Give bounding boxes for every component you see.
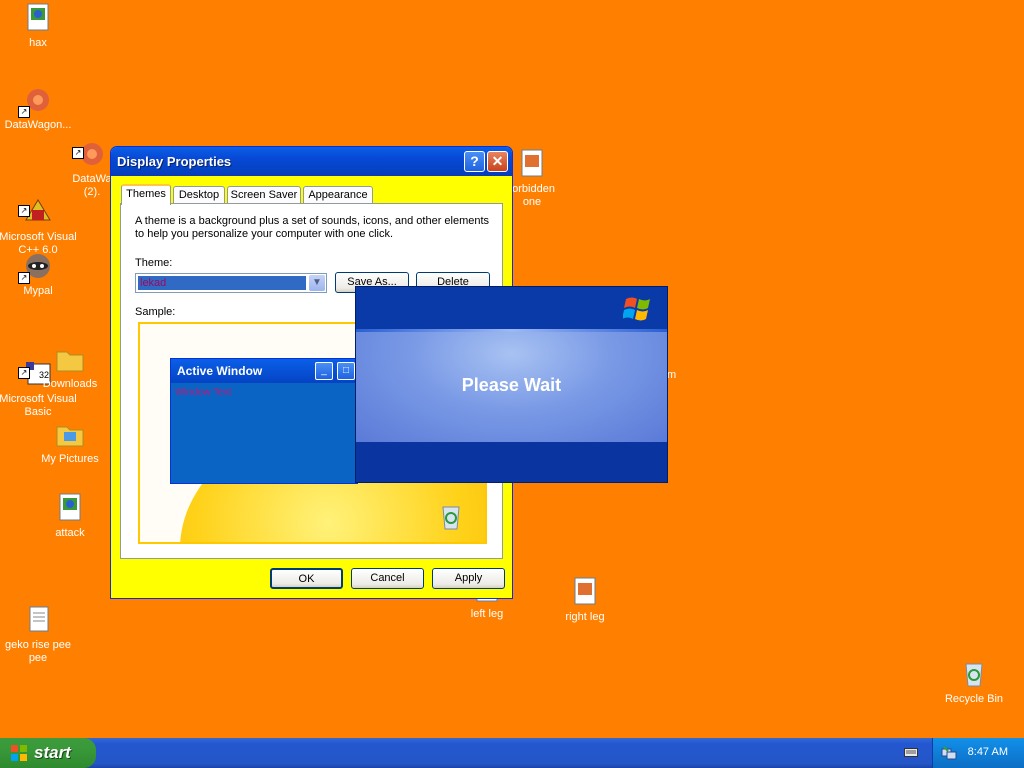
please-wait-message: Please Wait — [461, 375, 562, 395]
shortcut-arrow-icon: ↗ — [18, 106, 30, 118]
shortcut-arrow-icon: ↗ — [18, 205, 30, 217]
datawagon-icon: ↗ — [72, 125, 108, 165]
desktop-icon-downloads[interactable]: Downloads — [28, 343, 112, 391]
network-icon[interactable] — [941, 745, 957, 761]
please-wait-dialog: Please Wait — [355, 286, 668, 483]
please-wait-header — [356, 287, 667, 329]
desktop-icon-label: hax — [29, 37, 47, 49]
sample-label: Sample: — [135, 306, 176, 318]
desktop-icon-recycle-bin[interactable]: Recycle Bin — [932, 658, 1016, 706]
image-file-icon — [516, 135, 548, 177]
ok-button[interactable]: OK — [270, 568, 343, 589]
desktop-icon-label: Microsoft Visual Basic — [0, 393, 77, 418]
image-file-icon — [54, 492, 86, 524]
help-button[interactable]: ? — [464, 151, 485, 172]
desktop-icon-label: attack — [55, 527, 85, 539]
desktop-icon-label: Downloads — [42, 378, 98, 390]
maximize-icon: □ — [337, 362, 355, 380]
tab-screen-saver[interactable]: Screen Saver — [227, 186, 301, 203]
sample-window-text: Window Text — [175, 387, 232, 398]
desktop-icon-right-leg[interactable]: right leg — [543, 576, 627, 624]
theme-dropdown[interactable]: lekad ▼ — [135, 273, 327, 293]
cancel-button[interactable]: Cancel — [351, 568, 424, 589]
sample-window-title: Active Window — [177, 364, 263, 378]
theme-description: A theme is a background plus a set of so… — [135, 215, 490, 240]
shortcut-arrow-icon: ↗ — [18, 272, 30, 284]
chevron-down-icon[interactable]: ▼ — [309, 275, 325, 291]
shortcut-arrow-icon: ↗ — [72, 147, 84, 159]
desktop-icon-mypal[interactable]: ↗ Mypal — [0, 250, 80, 298]
recycle-bin-icon — [442, 506, 460, 530]
window-title: Display Properties — [117, 154, 232, 169]
sample-titlebar: Active Window _ □ — [171, 359, 357, 383]
minimize-icon: _ — [315, 362, 333, 380]
desktop-icon-hax[interactable]: hax — [0, 2, 80, 50]
keyboard-icon[interactable] — [904, 746, 918, 758]
please-wait-footer — [356, 442, 667, 482]
windows-logo-icon — [11, 745, 27, 761]
image-file-icon — [22, 2, 54, 34]
desktop-icon-label: right leg — [565, 611, 605, 623]
visual-cpp-icon: ↗ — [18, 183, 54, 221]
sample-active-window: Active Window _ □ Window Text — [170, 358, 358, 484]
text-file-icon — [22, 591, 54, 632]
theme-label: Theme: — [135, 257, 173, 269]
desktop-icon-label: Mypal — [23, 285, 53, 297]
system-tray: 8:47 AM — [932, 738, 1024, 768]
desktop-icon-label: left leg — [470, 608, 504, 620]
desktop-icon-label: geko rise pee pee — [4, 639, 72, 664]
recycle-bin-icon — [958, 658, 990, 690]
desktop-icon-label: Recycle Bin — [944, 693, 1004, 705]
start-label: start — [34, 743, 71, 762]
my-pictures-folder-icon — [54, 418, 86, 450]
desktop-icon-attack[interactable]: attack — [28, 492, 112, 540]
window-titlebar[interactable]: Display Properties ? ✕ — [111, 147, 512, 176]
desktop-icon-label: m — [667, 369, 677, 381]
clock[interactable]: 8:47 AM — [968, 746, 1008, 758]
mypal-raccoon-icon: ↗ — [18, 250, 54, 284]
desktop-icon-geko-rise[interactable]: geko rise pee pee — [0, 578, 80, 678]
datawagon-icon: ↗ — [18, 84, 54, 118]
desktop-icon-label: My Pictures — [41, 453, 99, 465]
tab-appearance[interactable]: Appearance — [303, 186, 373, 203]
taskbar: start 8:47 AM — [0, 738, 1024, 768]
apply-button[interactable]: Apply — [432, 568, 505, 589]
close-button[interactable]: ✕ — [487, 151, 508, 172]
desktop-icon-partial-label[interactable]: m — [667, 369, 676, 381]
theme-dropdown-value: lekad — [138, 276, 306, 290]
desktop-icon-my-pictures[interactable]: My Pictures — [28, 418, 112, 466]
image-file-icon — [569, 576, 601, 608]
start-button[interactable]: start — [0, 738, 96, 768]
windows-logo-icon — [623, 297, 650, 321]
tab-themes[interactable]: Themes — [121, 184, 171, 205]
folder-icon — [54, 343, 86, 375]
tab-desktop[interactable]: Desktop — [173, 186, 225, 203]
